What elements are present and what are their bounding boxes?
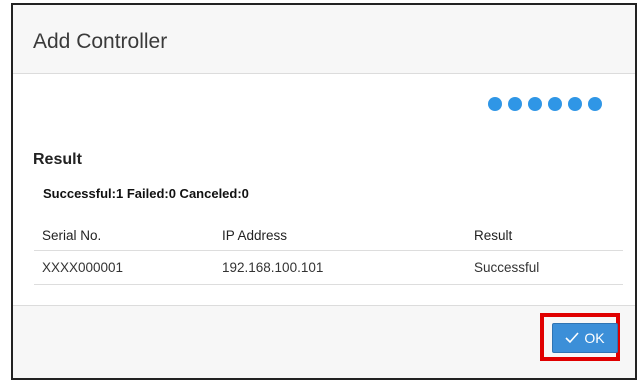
check-icon — [565, 332, 579, 344]
result-table: Serial No. IP Address Result XXXX000001 … — [34, 219, 623, 285]
progress-indicator — [488, 97, 602, 111]
ok-button-label: OK — [584, 330, 605, 346]
ok-button[interactable]: OK — [552, 323, 618, 353]
progress-dot — [548, 97, 562, 111]
column-header-result: Result — [474, 228, 513, 243]
progress-dot — [508, 97, 522, 111]
progress-dot — [528, 97, 542, 111]
progress-dot — [488, 97, 502, 111]
result-heading: Result — [33, 151, 82, 168]
ip-address-cell: 192.168.100.101 — [222, 260, 324, 275]
progress-dot — [568, 97, 582, 111]
serial-cell: XXXX000001 — [42, 260, 124, 275]
result-cell: Successful — [474, 260, 540, 275]
progress-dot — [588, 97, 602, 111]
column-header-ip-address: IP Address — [222, 228, 288, 243]
dialog-title: Add Controller — [33, 30, 168, 53]
result-summary: Successful:1 Failed:0 Canceled:0 — [43, 186, 249, 201]
dialog-header: Add Controller — [13, 5, 635, 74]
column-header-serial: Serial No. — [42, 228, 102, 243]
table-row: XXXX000001 192.168.100.101 Successful — [34, 251, 623, 285]
table-header-row: Serial No. IP Address Result — [34, 219, 623, 251]
